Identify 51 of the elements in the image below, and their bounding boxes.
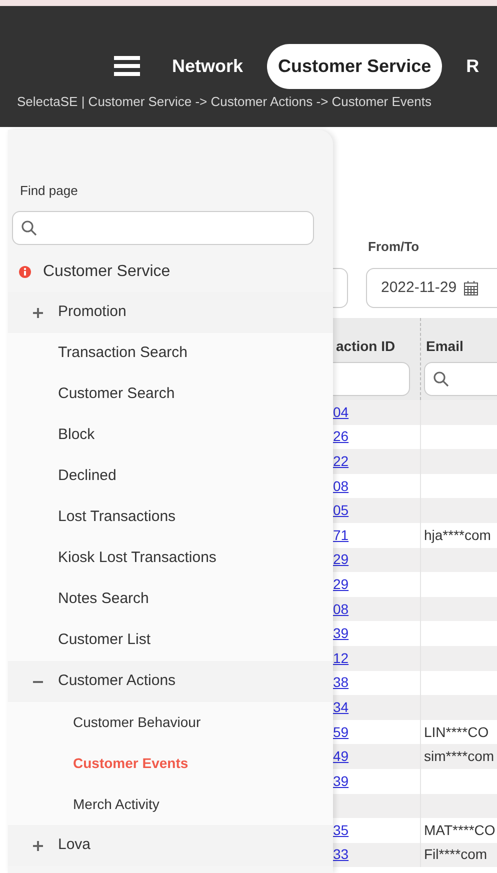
- search-icon: [21, 220, 37, 236]
- transaction-link[interactable]: 08: [333, 598, 349, 620]
- transaction-link[interactable]: 33: [333, 844, 349, 866]
- transaction-link[interactable]: 22: [333, 450, 349, 472]
- transaction-link[interactable]: 05: [333, 500, 349, 522]
- menu-item[interactable]: Promotion: [58, 301, 126, 324]
- menu-section[interactable]: Customer Service: [43, 260, 170, 284]
- plus-icon[interactable]: [32, 840, 44, 852]
- search-icon: [433, 371, 449, 387]
- transaction-link[interactable]: 39: [333, 623, 349, 644]
- menu-item[interactable]: Block: [58, 424, 95, 447]
- transaction-link[interactable]: 08: [333, 476, 349, 497]
- search-field[interactable]: [12, 211, 314, 245]
- breadcrumb: SelectaSE | Customer Service -> Customer Actions -> Customer Events: [16, 93, 432, 111]
- menu-item[interactable]: Declined: [58, 465, 116, 488]
- menu-item[interactable]: Customer Actions: [58, 670, 176, 693]
- transaction-link[interactable]: 59: [333, 722, 349, 743]
- filter-field[interactable]: [333, 362, 410, 396]
- transaction-link[interactable]: 04: [333, 402, 349, 423]
- transaction-link[interactable]: 38: [333, 672, 349, 694]
- date-field[interactable]: 2022-11-29: [366, 268, 497, 308]
- email-cell-text: Fil****com: [424, 845, 488, 864]
- email-cell-text: sim****com: [424, 747, 494, 766]
- column-header[interactable]: action ID: [336, 336, 396, 357]
- search-label: Find page: [20, 182, 78, 200]
- transaction-link[interactable]: 39: [333, 770, 349, 792]
- nav-tab[interactable]: R: [466, 52, 480, 80]
- nav-tab[interactable]: Network: [172, 52, 244, 80]
- filter-field[interactable]: [424, 362, 497, 396]
- menu-item[interactable]: Notes Search: [58, 588, 149, 611]
- transaction-link[interactable]: 29: [333, 549, 349, 570]
- nav-tab[interactable]: Customer Service: [267, 44, 442, 88]
- column-header[interactable]: Email: [426, 336, 464, 357]
- email-cell-text: LIN****CO: [424, 722, 489, 742]
- transaction-link[interactable]: 29: [333, 574, 349, 595]
- menu-item[interactable]: Lova: [58, 834, 91, 857]
- email-cell-text: hja****com: [424, 526, 491, 545]
- transaction-link[interactable]: 71: [333, 524, 349, 546]
- transaction-link[interactable]: 26: [333, 426, 349, 448]
- transaction-link[interactable]: 12: [333, 648, 349, 669]
- plus-icon[interactable]: [32, 306, 44, 318]
- transaction-link[interactable]: 35: [333, 820, 349, 841]
- transaction-link[interactable]: 34: [333, 696, 349, 718]
- menu-icon[interactable]: [114, 55, 140, 77]
- transaction-link[interactable]: 49: [333, 746, 349, 768]
- menu-item[interactable]: Merch Activity: [73, 794, 160, 815]
- date-field[interactable]: [333, 268, 348, 308]
- field-label: From/To: [368, 238, 420, 256]
- menu-item[interactable]: Customer List: [58, 629, 151, 652]
- calendar-icon: [462, 280, 479, 296]
- email-cell-text: MAT****CO: [424, 820, 496, 840]
